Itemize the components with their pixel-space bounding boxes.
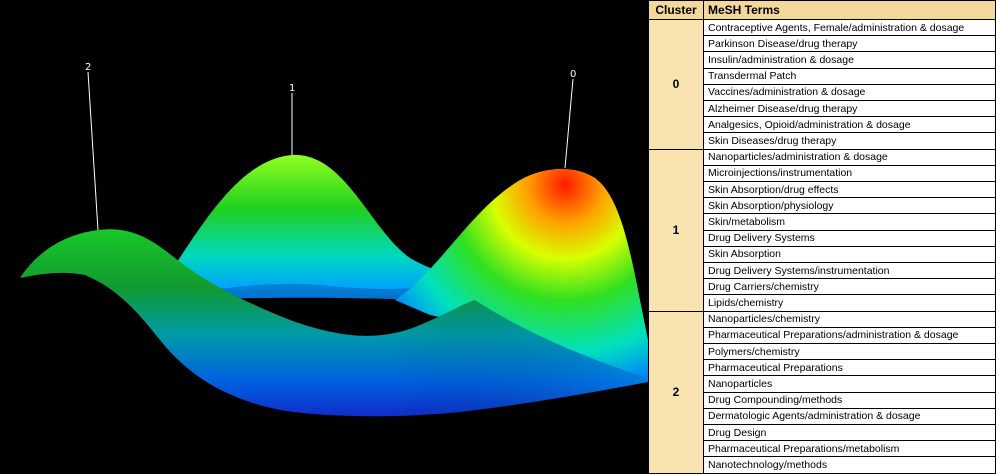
mesh-term-cell: Dermatologic Agents/administration & dos… [703,407,996,426]
mesh-term-cell: Parkinson Disease/drug therapy [703,35,996,53]
mesh-term-cell: Alzheimer Disease/drug therapy [703,100,996,118]
peak-0-leader [564,78,574,169]
cluster-id-cell: 2 [648,310,704,474]
mesh-term-cell: Pharmaceutical Preparations [703,359,996,377]
cluster-id-cell: 1 [648,148,704,312]
mesh-term-cell: Drug Delivery Systems/instrumentation [703,262,996,280]
mesh-term-cell: Insulin/administration & dosage [703,51,996,69]
mesh-term-cell: Nanoparticles [703,375,996,393]
mesh-term-cell: Pharmaceutical Preparations/metabolism [703,440,996,458]
table-row: 1 Nanoparticles/administration & dosage [648,148,996,312]
mesh-term-cell: Transdermal Patch [703,67,996,85]
surface-plot-panel: 2 1 0 [0,0,648,474]
table-row: 0 Contraceptive Agents, Female/administra… [648,18,996,150]
mesh-term-cell: Contraceptive Agents, Female/administrat… [703,18,996,37]
cluster-density-surface: 2 1 0 [20,62,648,417]
peak-2-label: 2 [85,62,91,73]
mesh-term-cell: Skin/metabolism [703,213,996,231]
mesh-term-cell: Drug Design [703,424,996,442]
mesh-term-cell: Nanotechnology/methods [703,456,996,474]
cluster-mesh-table: Cluster MeSH Terms 0 Contraceptive Agents… [648,0,996,474]
mesh-term-cell: Vaccines/administration & dosage [703,83,996,102]
mesh-term-cell: Analgesics, Opioid/administration & dosa… [703,116,996,134]
mesh-term-cell: Polymers/chemistry [703,343,996,361]
mesh-term-cell: Microinjections/instrumentation [703,164,996,183]
mesh-term-cell: Skin Absorption/physiology [703,197,996,215]
peak-1-label: 1 [289,83,295,94]
mesh-term-cell: Nanoparticles/chemistry [703,310,996,328]
table-row: 2 Nanoparticles/chemistry [648,310,996,474]
cluster-id-cell: 0 [648,19,704,150]
table-body: 0 Contraceptive Agents, Female/administra… [648,18,996,474]
mesh-term-cell: Drug Delivery Systems [703,229,996,247]
mesh-term-cell: Pharmaceutical Preparations/administrati… [703,326,996,345]
peak-2-leader [87,71,99,231]
mesh-term-cell: Skin Absorption/drug effects [703,181,996,199]
header-cluster: Cluster [648,0,704,20]
header-mesh-terms: MeSH Terms [703,0,996,20]
peak-0-label: 0 [570,69,576,80]
mesh-term-cell: Skin Diseases/drug therapy [703,132,996,150]
table-header-row: Cluster MeSH Terms [648,0,996,20]
mesh-term-cell: Nanoparticles/administration & dosage [703,148,996,166]
mesh-term-cell: Drug Compounding/methods [703,391,996,409]
mesh-term-cell: Skin Absorption [703,245,996,264]
mesh-term-cell: Drug Carriers/chemistry [703,278,996,296]
mesh-term-cell: Lipids/chemistry [703,294,996,312]
